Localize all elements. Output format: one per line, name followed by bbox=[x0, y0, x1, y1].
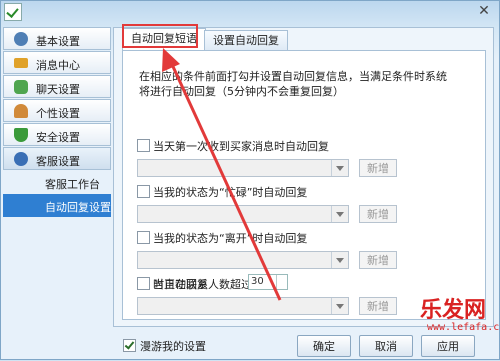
rule-checkbox[interactable] bbox=[137, 231, 150, 244]
watermark-url: www.lefafa.cn bbox=[427, 322, 500, 333]
chevron-down-icon[interactable] bbox=[331, 252, 348, 268]
sidebar-item-customer-service[interactable]: 客服设置 bbox=[3, 147, 111, 170]
rule-label: 当我的状态为“忙碌”时自动回复 bbox=[153, 186, 308, 199]
sidebar-item-personal[interactable]: 个性设置 bbox=[3, 99, 111, 122]
chevron-down-icon[interactable] bbox=[331, 298, 348, 314]
sidebar-subitem-workbench[interactable]: 客服工作台 bbox=[3, 171, 111, 194]
rule-checkbox[interactable] bbox=[137, 277, 150, 290]
add-button[interactable]: 新增 bbox=[359, 205, 397, 223]
apply-button[interactable]: 应用 bbox=[421, 335, 475, 357]
title-bar: ✕ bbox=[1, 1, 500, 25]
shield-icon bbox=[14, 128, 28, 142]
chevron-down-icon[interactable] bbox=[331, 206, 348, 222]
reply-dropdown[interactable] bbox=[137, 297, 349, 315]
rule-label: 当天第一次收到买家消息时自动回复 bbox=[153, 140, 329, 153]
settings-panel: 自动回复短语 设置自动回复 在相应的条件前面打勾并设置自动回复信息，当满足条件时… bbox=[113, 27, 494, 327]
add-button[interactable]: 新增 bbox=[359, 159, 397, 177]
app-check-icon bbox=[4, 3, 22, 21]
stepper-arrows-icon[interactable] bbox=[276, 275, 287, 289]
tab-set-auto-reply[interactable]: 设置自动回复 bbox=[204, 30, 288, 51]
reply-dropdown[interactable] bbox=[137, 205, 349, 223]
rule-checkbox[interactable] bbox=[137, 139, 150, 152]
add-button[interactable]: 新增 bbox=[359, 297, 397, 315]
contact-count-stepper[interactable]: 30 bbox=[248, 274, 288, 290]
sidebar-subitem-auto-reply[interactable]: 自动回复设置 bbox=[3, 194, 111, 217]
person-icon bbox=[14, 104, 28, 118]
sidebar-item-security[interactable]: 安全设置 bbox=[3, 123, 111, 146]
ok-button[interactable]: 确定 bbox=[297, 335, 351, 357]
sidebar-item-messages[interactable]: 消息中心 bbox=[3, 51, 111, 74]
rule-label: 当我的状态为“离开”时自动回复 bbox=[153, 232, 308, 245]
roam-checkbox[interactable] bbox=[123, 339, 136, 352]
rule-label-suffix: 时自动回复 bbox=[153, 278, 208, 291]
close-icon[interactable]: ✕ bbox=[475, 3, 493, 19]
sidebar-item-basic[interactable]: 基本设置 bbox=[3, 27, 111, 50]
chevron-down-icon[interactable] bbox=[331, 160, 348, 176]
roam-label: 漫游我的设置 bbox=[140, 340, 206, 353]
chat-icon bbox=[14, 80, 28, 94]
rule-checkbox[interactable] bbox=[137, 185, 150, 198]
footer: 漫游我的设置 确定 取消 应用 bbox=[1, 329, 500, 361]
cancel-button[interactable]: 取消 bbox=[359, 335, 413, 357]
description-text: 在相应的条件前面打勾并设置自动回复信息，当满足条件时系统将进行自动回复（5分钟内… bbox=[139, 70, 447, 98]
add-button[interactable]: 新增 bbox=[359, 251, 397, 269]
gear-icon bbox=[14, 32, 28, 46]
sidebar-item-chat[interactable]: 聊天设置 bbox=[3, 75, 111, 98]
watermark-text: 乐发网 bbox=[420, 297, 487, 323]
tab-content: 在相应的条件前面打勾并设置自动回复信息，当满足条件时系统将进行自动回复（5分钟内… bbox=[122, 50, 486, 320]
reply-dropdown[interactable] bbox=[137, 251, 349, 269]
stepper-value: 30 bbox=[251, 276, 264, 287]
envelope-icon bbox=[14, 58, 28, 68]
highlight-box bbox=[122, 24, 198, 48]
headset-icon bbox=[14, 152, 28, 166]
sidebar: 基本设置 消息中心 聊天设置 个性设置 安全设置 客服设置 客服工作台 自动回复… bbox=[3, 27, 111, 327]
reply-dropdown[interactable] bbox=[137, 159, 349, 177]
